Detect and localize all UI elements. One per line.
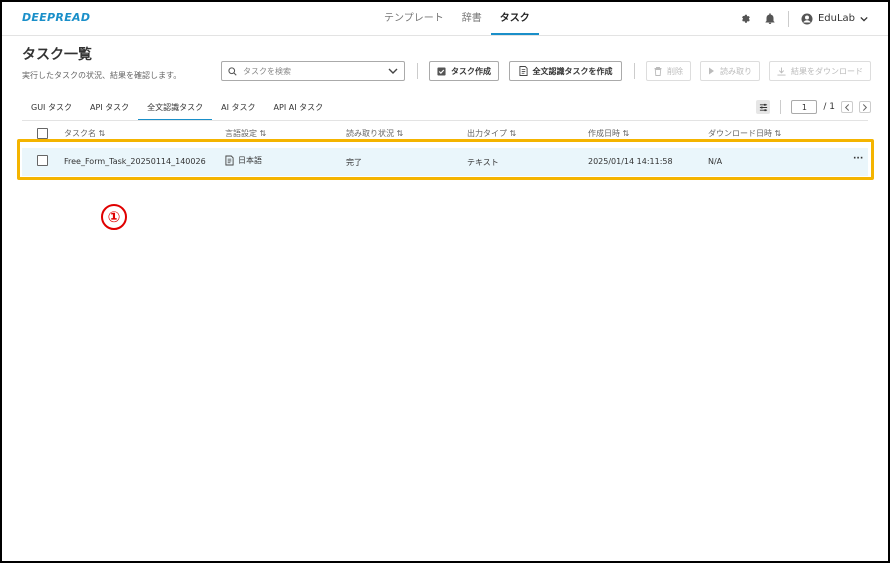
toolbar-divider xyxy=(634,63,635,79)
toolbar-divider xyxy=(417,63,418,79)
column-settings-button[interactable] xyxy=(756,100,771,114)
sliders-icon xyxy=(759,103,767,111)
prev-page-button[interactable] xyxy=(841,101,853,113)
trash-icon xyxy=(654,66,662,76)
download-results-label: 結果をダウンロード xyxy=(791,66,863,76)
chevron-left-icon xyxy=(844,103,850,111)
nav-tasks[interactable]: タスク xyxy=(490,2,539,35)
user-menu[interactable]: EduLab xyxy=(801,13,868,25)
document-scan-icon xyxy=(518,66,528,76)
top-right-controls: EduLab xyxy=(740,2,868,35)
play-icon xyxy=(709,67,714,75)
column-header-downloaded[interactable]: ダウンロード日時 ⇅ xyxy=(708,128,781,139)
next-page-button[interactable] xyxy=(859,101,871,113)
tab-api-ai-task[interactable]: API AI タスク xyxy=(265,96,333,120)
annotation-marker: ① xyxy=(101,204,127,230)
download-icon xyxy=(777,66,786,76)
download-results-button[interactable]: 結果をダウンロード xyxy=(769,61,871,81)
user-name: EduLab xyxy=(817,13,855,24)
create-task-label: タスク作成 xyxy=(451,66,491,76)
chevron-down-icon[interactable] xyxy=(388,66,398,76)
column-header-created[interactable]: 作成日時 ⇅ xyxy=(588,128,629,139)
create-fulltext-task-label: 全文認識タスクを作成 xyxy=(532,66,613,76)
tab-fulltext-task[interactable]: 全文認識タスク xyxy=(138,96,213,121)
read-label: 読み取り xyxy=(720,66,752,76)
nav-dictionary[interactable]: 辞書 xyxy=(453,2,491,35)
user-avatar-icon xyxy=(801,13,813,24)
column-header-output-type[interactable]: 出力タイプ ⇅ xyxy=(467,128,516,139)
main-nav: テンプレート 辞書 タスク xyxy=(375,2,539,35)
page-subtitle: 実行したタスクの状況、結果を確認します。 xyxy=(22,71,182,80)
tab-ai-task[interactable]: AI タスク xyxy=(212,96,264,120)
highlight-box xyxy=(17,139,874,180)
tab-api-task[interactable]: API タスク xyxy=(81,96,138,120)
page-number-input[interactable]: 1 xyxy=(791,100,818,114)
page-title: タスク一覧 xyxy=(22,47,92,63)
search-input[interactable]: タスクを検索 xyxy=(221,61,405,81)
select-all-checkbox[interactable] xyxy=(37,128,48,139)
pagination: 1 / 1 xyxy=(756,98,871,116)
app-logo: DEEPREAD xyxy=(22,11,91,24)
top-bar: DEEPREAD テンプレート 辞書 タスク EduLab xyxy=(2,2,888,36)
column-header-read-status[interactable]: 読み取り状況 ⇅ xyxy=(346,128,403,139)
page-total: / 1 xyxy=(823,102,835,112)
search-placeholder: タスクを検索 xyxy=(243,66,291,76)
nav-templates[interactable]: テンプレート xyxy=(375,2,453,35)
app-window: DEEPREAD テンプレート 辞書 タスク EduLab タスク一覧 実行した… xyxy=(0,0,890,563)
task-type-tabs: GUI タスク API タスク 全文認識タスク AI タスク API AI タス… xyxy=(22,96,333,121)
chevron-right-icon xyxy=(862,103,868,111)
checkbox-icon xyxy=(437,66,446,76)
create-fulltext-task-button[interactable]: 全文認識タスクを作成 xyxy=(509,61,622,81)
create-task-button[interactable]: タスク作成 xyxy=(429,61,499,81)
bell-icon[interactable] xyxy=(764,13,776,25)
pager-divider xyxy=(780,100,782,114)
tabs-divider xyxy=(22,120,868,121)
column-header-task-name[interactable]: タスク名 ⇅ xyxy=(64,128,105,139)
tab-gui-task[interactable]: GUI タスク xyxy=(22,96,81,120)
search-icon xyxy=(228,66,237,76)
delete-button[interactable]: 削除 xyxy=(646,61,691,81)
chevron-down-icon xyxy=(860,16,868,22)
read-button[interactable]: 読み取り xyxy=(700,61,760,81)
gear-icon[interactable] xyxy=(740,13,752,25)
header-divider xyxy=(787,10,789,27)
column-header-language[interactable]: 言語設定 ⇅ xyxy=(225,128,266,139)
delete-label: 削除 xyxy=(667,66,683,76)
